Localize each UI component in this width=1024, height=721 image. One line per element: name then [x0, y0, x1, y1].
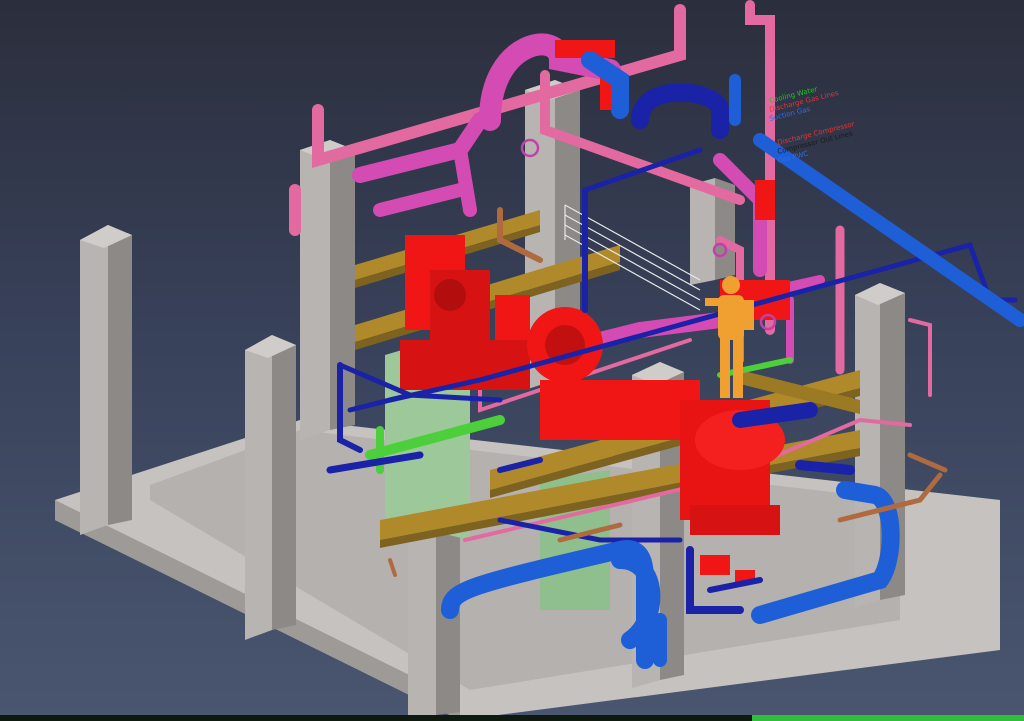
3d-viewport[interactable]: Cooling Water Discharge Gas Lines Suctio… — [0, 0, 1024, 721]
concrete-column-front-left — [80, 225, 132, 535]
concrete-column-front-2 — [245, 335, 296, 640]
status-bar-accent — [752, 715, 1024, 721]
plant-model-canvas[interactable]: Cooling Water Discharge Gas Lines Suctio… — [0, 0, 1024, 721]
line-legend: Cooling Water Discharge Gas Lines Suctio… — [769, 85, 856, 165]
motor-assembly — [400, 235, 530, 390]
concrete-column-back-left — [300, 140, 355, 440]
